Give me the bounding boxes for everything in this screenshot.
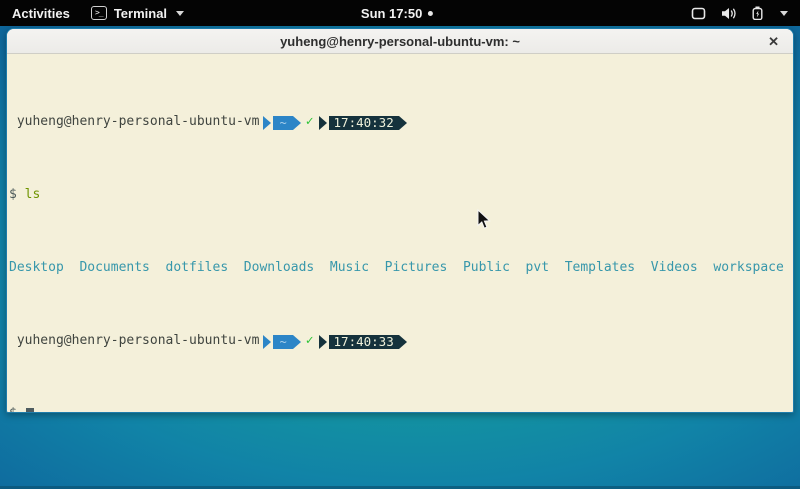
prompt-user-host: yuheng@henry-personal-ubuntu-vm — [9, 115, 259, 130]
prompt-cwd: ~ — [273, 335, 292, 349]
powerline-arrow-icon — [263, 335, 271, 349]
prompt-time: 17:40:32 — [329, 116, 399, 130]
clock-button[interactable]: Sun 17:50 — [361, 6, 433, 21]
desktop: Activities >_ Terminal Sun 17:50 — [0, 0, 800, 489]
powerline-arrow-icon — [399, 116, 407, 130]
powerline-arrow-icon — [319, 335, 327, 349]
ls-output-line: Desktop Documents dotfiles Downloads Mus… — [9, 261, 791, 276]
system-tray[interactable] — [691, 6, 788, 20]
prompt-time-segment: 17:40:32 — [319, 116, 407, 130]
screen-icon — [691, 7, 706, 20]
prompt-time-segment: 17:40:33 — [319, 335, 407, 349]
powerline-arrow-icon — [293, 335, 301, 349]
prompt-cwd-segment: ~ — [259, 335, 300, 349]
directory-list: Desktop Documents dotfiles Downloads Mus… — [9, 261, 784, 276]
prompt-line-2: yuheng@henry-personal-ubuntu-vm ~ ✓ 17:4… — [9, 334, 791, 349]
window-title: yuheng@henry-personal-ubuntu-vm: ~ — [280, 34, 520, 49]
typed-command: ls — [25, 188, 41, 203]
powerline-arrow-icon — [263, 116, 271, 130]
prompt-line-1: yuheng@henry-personal-ubuntu-vm ~ ✓ 17:4… — [9, 115, 791, 130]
notification-dot-icon — [428, 11, 433, 16]
input-line[interactable]: $ — [9, 407, 791, 413]
powerline-arrow-icon — [399, 335, 407, 349]
prompt-symbol: $ — [9, 188, 17, 203]
app-menu-label: Terminal — [114, 6, 167, 21]
status-check-icon: ✓ — [306, 334, 314, 349]
status-check-icon: ✓ — [306, 115, 314, 130]
prompt-time: 17:40:33 — [329, 335, 399, 349]
close-button[interactable]: ✕ — [768, 29, 779, 54]
prompt-symbol: $ — [9, 407, 17, 413]
chevron-down-icon — [780, 11, 788, 16]
volume-icon — [721, 7, 737, 20]
gnome-top-bar: Activities >_ Terminal Sun 17:50 — [0, 0, 800, 26]
terminal-content[interactable]: yuheng@henry-personal-ubuntu-vm ~ ✓ 17:4… — [7, 54, 793, 412]
text-cursor — [26, 408, 34, 413]
app-menu-terminal[interactable]: >_ Terminal — [91, 6, 184, 21]
mouse-cursor-icon — [477, 209, 491, 235]
window-titlebar[interactable]: yuheng@henry-personal-ubuntu-vm: ~ ✕ — [7, 29, 793, 54]
chevron-down-icon — [176, 11, 184, 16]
clock-label: Sun 17:50 — [361, 6, 422, 21]
terminal-window: yuheng@henry-personal-ubuntu-vm: ~ ✕ yuh… — [6, 28, 794, 413]
activities-button[interactable]: Activities — [3, 6, 79, 21]
terminal-icon: >_ — [91, 6, 107, 20]
battery-charging-icon — [752, 6, 763, 20]
prompt-user-host: yuheng@henry-personal-ubuntu-vm — [9, 334, 259, 349]
powerline-arrow-icon — [319, 116, 327, 130]
powerline-arrow-icon — [293, 116, 301, 130]
command-line: $ ls — [9, 188, 791, 203]
prompt-cwd-segment: ~ — [259, 116, 300, 130]
prompt-cwd: ~ — [273, 116, 292, 130]
